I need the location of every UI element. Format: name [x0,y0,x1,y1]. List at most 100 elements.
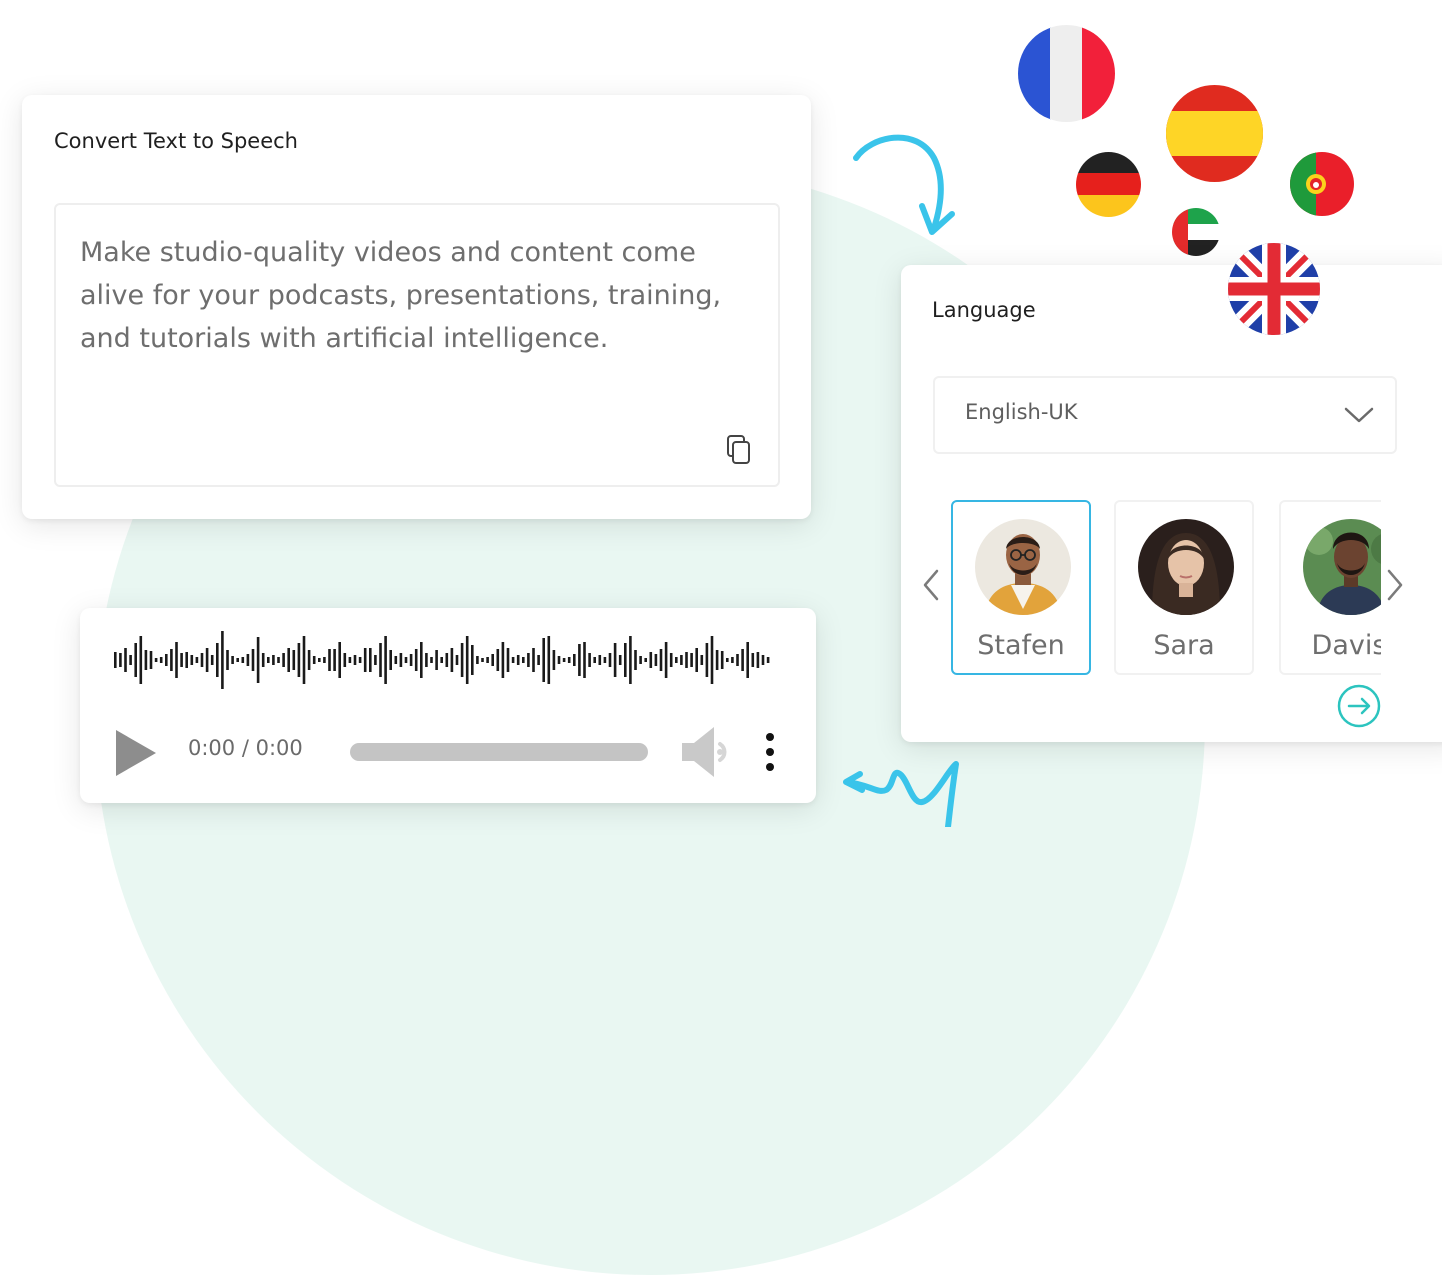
waveform-bar [710,636,714,684]
waveform-bar [720,651,724,669]
waveform-bar [139,636,143,684]
waveform-bar [726,658,729,662]
chevron-left-icon[interactable] [921,567,941,603]
voice-card-davis[interactable]: Davis [1279,500,1381,675]
waveform-bar [705,643,709,677]
curved-arrow-icon [853,134,955,235]
germany-flag-icon [1076,152,1141,217]
waveform-bar [746,642,749,678]
uae-flag-icon [1172,208,1220,256]
voice-card-stafen[interactable]: Stafen [951,500,1091,675]
waveform-bar [256,637,260,683]
waveform-bar [547,636,551,684]
waveform-bar [542,638,545,682]
progress-slider[interactable] [350,743,648,761]
waveform-bar [190,655,194,665]
waveform-bar [363,648,367,672]
waveform-bar [200,653,204,667]
waveform-bar [695,648,698,672]
waveform-bar [664,642,668,678]
waveform-bar [414,649,418,671]
waveform-bar [328,649,331,671]
waveform-bar [343,653,347,667]
waveform-bar [379,643,382,677]
waveform-bar [149,651,153,669]
waveform-bar [302,636,306,684]
voice-name: Sara [1153,630,1215,661]
waveform-bar [185,652,188,668]
text-to-speech-card: Convert Text to Speech Make studio-quali… [22,95,811,519]
waveform-bar [216,643,219,677]
waveform-bar [348,657,352,663]
waveform-bar [680,655,683,665]
waveform-bar [573,654,576,666]
waveform-bar [481,658,484,662]
waveform-bar [114,652,117,668]
waveform-bar [154,658,158,662]
waveform-bar [236,658,239,662]
waveform-bar [669,653,673,667]
waveform-bar [522,657,525,663]
waveform-bar [583,642,586,678]
chevron-right-icon[interactable] [1385,567,1405,603]
language-card-title: Language [932,298,1036,322]
waveform-bar [471,645,474,675]
waveform-bar [195,657,199,663]
voice-carousel: Stafen Sara Davis [951,499,1381,679]
more-options-icon[interactable] [764,732,776,772]
arrow-right-circle-icon[interactable] [1337,684,1381,728]
waveform-bar [736,654,739,666]
tts-text-area[interactable]: Make studio-quality videos and content c… [54,203,780,487]
avatar-stafen [975,519,1071,615]
waveform-bar [766,657,770,663]
waveform-bar [486,657,489,663]
waveform-bar [685,652,688,668]
waveform-bar [496,649,500,671]
waveform-bar [715,650,719,670]
waveform-bar [267,657,270,663]
waveform-bar [170,649,173,671]
spain-flag-icon [1166,85,1263,182]
audio-waveform [114,631,770,689]
waveform-bar [241,657,245,663]
volume-icon[interactable] [680,725,736,779]
waveform-bar [287,648,290,672]
voice-card-sara[interactable]: Sara [1114,500,1254,675]
waveform-bar [690,653,693,667]
language-dropdown[interactable]: English-UK [933,376,1397,454]
waveform-bar [501,642,505,678]
waveform-bar [175,642,178,678]
waveform-bar [261,653,265,667]
waveform-bar [251,649,255,671]
waveform-bar [399,653,403,667]
france-flag-icon [1018,25,1115,122]
waveform-bar [634,650,637,670]
waveform-bar [608,653,612,667]
waveform-bar [323,657,326,663]
waveform-bar [165,654,168,666]
waveform-bar [675,657,678,663]
waveform-bar [119,653,122,667]
waveform-bar [445,653,449,667]
waveform-bar [578,644,581,676]
waveform-bar [435,650,438,670]
squiggle-arrow-icon [843,761,959,827]
waveform-bar [654,654,658,666]
uk-flag-icon [1228,243,1320,335]
waveform-bar [226,650,229,670]
play-icon[interactable] [114,728,158,778]
waveform-bar [506,648,510,672]
waveform-bar [613,643,617,677]
language-selected-value: English-UK [965,400,1078,424]
waveform-bar [420,642,423,678]
waveform-bar [144,650,148,670]
waveform-bar [180,653,183,667]
waveform-bar [297,643,301,677]
waveform-bar [491,654,494,666]
waveform-bar [384,636,387,684]
waveform-bar [460,643,464,677]
chevron-down-icon [1344,407,1374,423]
waveform-bar [527,653,530,667]
copy-icon[interactable] [726,435,752,465]
portugal-flag-icon [1290,152,1354,216]
